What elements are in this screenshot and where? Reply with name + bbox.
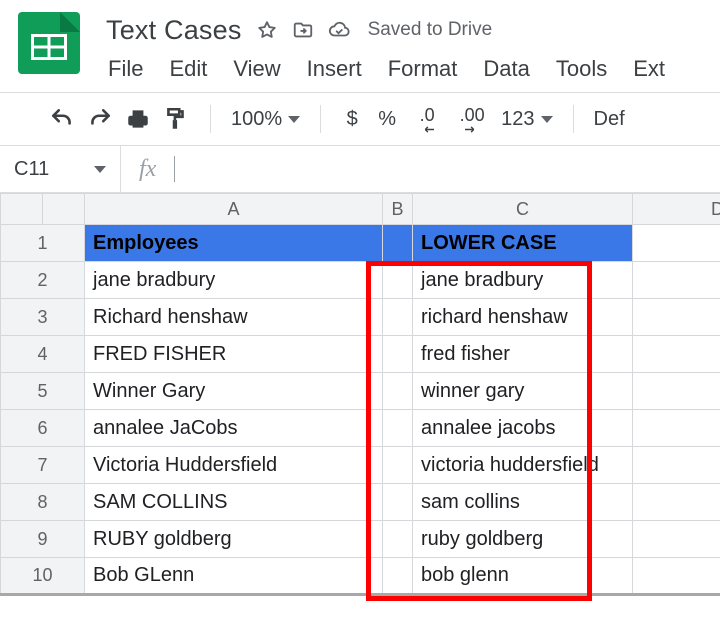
cell[interactable]: LOWER CASE (413, 225, 633, 262)
cell[interactable] (633, 373, 720, 410)
decrease-decimal-button[interactable]: .0 (411, 105, 443, 133)
row-header[interactable]: 5 (1, 373, 85, 410)
cell[interactable] (633, 225, 720, 262)
fx-icon: fx (121, 156, 174, 183)
formula-bar-input[interactable] (175, 146, 720, 192)
cell[interactable]: victoria huddersfield (413, 447, 633, 484)
cell[interactable] (383, 373, 413, 410)
cell[interactable] (383, 336, 413, 373)
cell[interactable] (633, 336, 720, 373)
row-header[interactable]: 1 (1, 225, 85, 262)
menu-edit[interactable]: Edit (169, 56, 207, 82)
row-header[interactable]: 2 (1, 262, 85, 299)
cell[interactable]: Winner Gary (85, 373, 383, 410)
print-icon[interactable] (124, 105, 152, 133)
cell[interactable]: Employees (85, 225, 383, 262)
name-box[interactable]: C11 (0, 158, 120, 181)
document-title[interactable]: Text Cases (106, 15, 242, 46)
menu-file[interactable]: File (108, 56, 143, 82)
cell[interactable]: jane bradbury (85, 262, 383, 299)
cell[interactable]: RUBY goldberg (85, 521, 383, 558)
cell[interactable] (383, 410, 413, 447)
col-header-a[interactable]: A (85, 194, 383, 225)
row-header[interactable]: 6 (1, 410, 85, 447)
sheets-logo-icon (18, 12, 80, 74)
gutter (43, 194, 85, 225)
cell[interactable]: richard henshaw (413, 299, 633, 336)
cloud-saved-icon[interactable] (328, 19, 350, 41)
format-currency-button[interactable]: $ (341, 108, 363, 131)
menu-bar: File Edit View Insert Format Data Tools … (106, 48, 720, 92)
cell[interactable] (633, 521, 720, 558)
paint-format-icon[interactable] (162, 105, 190, 133)
row-header[interactable]: 10 (1, 558, 85, 595)
menu-data[interactable]: Data (483, 56, 529, 82)
toolbar: 100% $ % .0 .00 123 Def (0, 93, 720, 145)
cell[interactable]: annalee jacobs (413, 410, 633, 447)
move-folder-icon[interactable] (292, 19, 314, 41)
select-all-corner[interactable] (1, 194, 43, 225)
cell[interactable] (633, 262, 720, 299)
undo-icon[interactable] (48, 105, 76, 133)
cell[interactable]: FRED FISHER (85, 336, 383, 373)
font-dropdown[interactable]: Def (594, 108, 625, 131)
name-box-value: C11 (14, 158, 49, 181)
cell[interactable]: Victoria Huddersfield (85, 447, 383, 484)
zoom-value: 100% (231, 108, 282, 131)
increase-decimal-button[interactable]: .00 (453, 105, 491, 133)
cell[interactable]: winner gary (413, 373, 633, 410)
zoom-dropdown[interactable]: 100% (231, 108, 300, 131)
menu-view[interactable]: View (233, 56, 280, 82)
col-header-c[interactable]: C (413, 194, 633, 225)
row-header[interactable]: 9 (1, 521, 85, 558)
menu-extensions[interactable]: Ext (633, 56, 665, 82)
number-format-dropdown[interactable]: 123 (501, 108, 552, 131)
cell[interactable]: bob glenn (413, 558, 633, 595)
col-header-b[interactable]: B (383, 194, 413, 225)
saved-status[interactable]: Saved to Drive (368, 19, 493, 41)
chevron-down-icon (94, 166, 106, 173)
col-header-d[interactable]: D (633, 194, 720, 225)
cell[interactable]: SAM COLLINS (85, 484, 383, 521)
row-header[interactable]: 4 (1, 336, 85, 373)
cell[interactable]: jane bradbury (413, 262, 633, 299)
cell[interactable]: sam collins (413, 484, 633, 521)
cell[interactable] (383, 447, 413, 484)
cell[interactable]: ruby goldberg (413, 521, 633, 558)
cell[interactable] (383, 262, 413, 299)
menu-tools[interactable]: Tools (556, 56, 607, 82)
cell[interactable] (383, 558, 413, 595)
cell[interactable]: annalee JaCobs (85, 410, 383, 447)
spreadsheet-grid[interactable]: A B C D 1 Employees LOWER CASE 2 jane br… (0, 193, 720, 596)
cell[interactable]: Richard henshaw (85, 299, 383, 336)
cell[interactable]: fred fisher (413, 336, 633, 373)
star-icon[interactable] (256, 19, 278, 41)
menu-insert[interactable]: Insert (307, 56, 362, 82)
format-percent-button[interactable]: % (373, 108, 401, 131)
cell[interactable] (383, 521, 413, 558)
cell[interactable]: Bob GLenn (85, 558, 383, 595)
cell[interactable] (633, 410, 720, 447)
cell[interactable] (383, 484, 413, 521)
menu-format[interactable]: Format (388, 56, 458, 82)
row-header[interactable]: 7 (1, 447, 85, 484)
cell[interactable] (633, 299, 720, 336)
chevron-down-icon (288, 116, 300, 123)
cell[interactable] (633, 558, 720, 595)
cell[interactable] (383, 299, 413, 336)
redo-icon[interactable] (86, 105, 114, 133)
row-header[interactable]: 8 (1, 484, 85, 521)
cell[interactable] (633, 447, 720, 484)
cell[interactable] (383, 225, 413, 262)
row-header[interactable]: 3 (1, 299, 85, 336)
cell[interactable] (633, 484, 720, 521)
chevron-down-icon (541, 116, 553, 123)
